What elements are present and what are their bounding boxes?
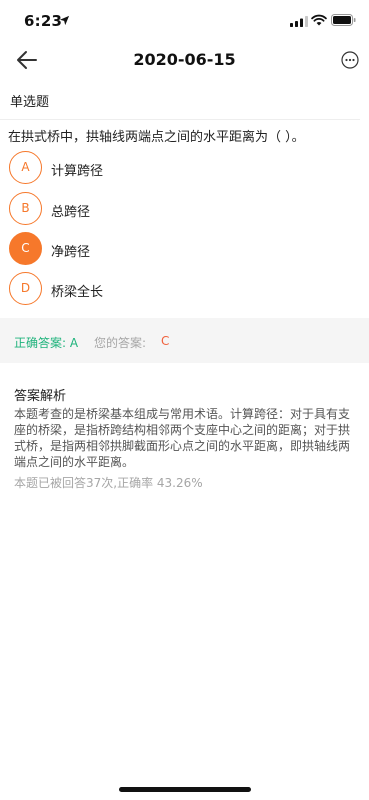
option-c[interactable]: C 净跨径 [9, 232, 309, 267]
nav-bar: 2020-06-15 [0, 44, 369, 76]
answer-stats: 本题已被回答37次,正确率 43.26% [14, 476, 203, 490]
option-a[interactable]: A 计算跨径 [9, 151, 309, 186]
divider [0, 119, 360, 120]
option-label: 总跨径 [51, 205, 91, 220]
more-circle-icon [341, 51, 359, 69]
question-type: 单选题 [10, 95, 50, 110]
wifi-icon [311, 14, 327, 26]
status-bar: 6:23 [0, 0, 369, 44]
home-indicator [119, 787, 251, 792]
status-time: 6:23 [24, 12, 63, 30]
option-label: 净跨径 [51, 245, 91, 260]
signal-bars-icon [290, 16, 308, 27]
option-d[interactable]: D 桥梁全长 [9, 272, 309, 307]
correct-answer: 正确答案: A [14, 336, 79, 350]
battery-icon [331, 14, 356, 26]
answer-bar: 正确答案: A 您的答案: C [0, 318, 369, 363]
more-button[interactable] [341, 51, 359, 69]
your-answer-value: C [161, 334, 170, 348]
option-letter: B [9, 192, 42, 225]
location-arrow-icon [59, 15, 70, 26]
analysis-text: 本题考查的是桥梁基本组成与常用术语。计算跨径：对于具有支座的桥梁，是指桥跨结构相… [14, 407, 351, 469]
option-letter: C [9, 232, 42, 265]
option-label: 计算跨径 [51, 164, 104, 179]
option-b[interactable]: B 总跨径 [9, 192, 309, 227]
page-title: 2020-06-15 [133, 50, 236, 69]
option-letter: D [9, 272, 42, 305]
option-label: 桥梁全长 [51, 285, 104, 300]
analysis-title: 答案解析 [14, 389, 67, 404]
your-answer-label: 您的答案: [94, 336, 147, 350]
question-text: 在拱式桥中，拱轴线两端点之间的水平距离为（ ）。 [8, 130, 305, 145]
option-letter: A [9, 151, 42, 184]
